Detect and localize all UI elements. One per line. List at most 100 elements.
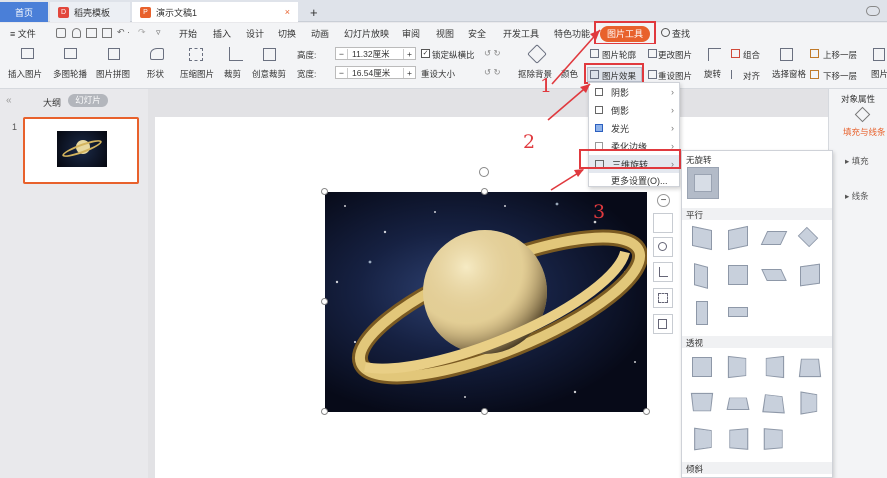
creative-crop-button[interactable]: 创意裁剪 [252, 68, 286, 80]
print-icon[interactable] [86, 28, 97, 38]
parallel-option[interactable] [761, 269, 787, 281]
copy-float-icon[interactable] [653, 314, 673, 334]
remove-bg-icon[interactable] [527, 44, 547, 64]
parallel-option[interactable] [800, 263, 820, 287]
parallel-option[interactable] [692, 225, 712, 251]
perspective-option[interactable] [729, 428, 749, 450]
change-picture-button[interactable]: 更改图片 [658, 49, 692, 61]
menu-developer[interactable]: 开发工具 [503, 27, 539, 40]
resize-handle-bl[interactable] [321, 408, 328, 415]
close-tab-icon[interactable]: × [285, 7, 290, 17]
perspective-option[interactable] [763, 428, 783, 450]
flip-icon[interactable]: ↺ ↻ [484, 67, 501, 78]
perspective-option[interactable] [762, 394, 785, 414]
menu-start[interactable]: 开始 [179, 27, 197, 40]
parallel-option[interactable] [728, 225, 748, 251]
parallel-option[interactable] [696, 301, 708, 325]
menu-insert[interactable]: 插入 [213, 27, 231, 40]
width-field[interactable]: −16.54厘米 + [335, 66, 416, 79]
menu-reflection[interactable]: 倒影 › [589, 101, 679, 119]
crop-button[interactable]: 裁剪 [224, 68, 241, 80]
layer-icon[interactable] [653, 213, 673, 233]
fill-line-icon[interactable] [854, 106, 871, 123]
line-section[interactable]: ▸ 线条 [845, 190, 869, 202]
color-button[interactable]: 颜色 [561, 68, 578, 80]
print-preview-icon[interactable] [102, 28, 112, 38]
rotate-handle[interactable] [479, 167, 489, 177]
fill-section[interactable]: ▸ 填充 [845, 155, 869, 167]
multi-outline-button[interactable]: 多图轮播 [53, 68, 87, 80]
picture-more-button[interactable]: 图片 [871, 68, 887, 80]
perspective-option[interactable] [726, 397, 750, 411]
selection-pane-icon[interactable] [780, 48, 793, 61]
shape-button[interactable]: 形状 [147, 68, 164, 80]
perspective-option[interactable] [690, 392, 714, 412]
rotate-left-icon[interactable]: ↺ ↻ [484, 48, 501, 59]
insert-picture-icon[interactable] [21, 48, 34, 59]
new-tab-button[interactable]: + [302, 2, 326, 22]
perspective-option[interactable] [692, 357, 712, 377]
resize-handle-tl[interactable] [321, 188, 328, 195]
perspective-option[interactable] [800, 391, 818, 415]
combine-button[interactable]: 组合 [743, 49, 760, 61]
menu-slideshow[interactable]: 幻灯片放映 [344, 27, 389, 40]
picture-outline-button[interactable]: 图片轮廓 [602, 49, 636, 61]
collapse-toolbar-icon[interactable]: − [657, 194, 670, 207]
no-rotation-option[interactable] [687, 167, 719, 199]
parallel-option[interactable] [797, 226, 819, 248]
resize-handle-b[interactable] [481, 408, 488, 415]
menu-review[interactable]: 审阅 [402, 27, 420, 40]
menu-animation[interactable]: 动画 [311, 27, 329, 40]
picture-collage-button[interactable]: 图片拼图 [96, 68, 130, 80]
picture-more-icon[interactable] [873, 48, 885, 61]
compress-icon[interactable] [189, 48, 203, 61]
cloud-icon[interactable] [866, 6, 880, 16]
resize-handle-br[interactable] [643, 408, 650, 415]
menu-view[interactable]: 视图 [436, 27, 454, 40]
redo-icon[interactable]: ↷ [138, 27, 146, 38]
fill-line-tab[interactable]: 填充与线条 [843, 126, 886, 138]
menu-features[interactable]: 特色功能 [554, 27, 590, 40]
search-label[interactable]: 查找 [672, 27, 690, 40]
slide-thumbnail[interactable] [23, 117, 139, 184]
perspective-option[interactable] [727, 355, 747, 379]
menu-glow[interactable]: 发光 › [589, 119, 679, 137]
resize-handle-t[interactable] [481, 188, 488, 195]
creative-crop-icon[interactable] [263, 48, 276, 61]
compress-button[interactable]: 压缩图片 [180, 68, 214, 80]
reset-size-button[interactable]: 重设大小 [421, 68, 455, 80]
lock-ratio-checkbox[interactable]: ✓ [421, 49, 430, 58]
tab-document[interactable]: P 演示文稿1 × [132, 2, 298, 22]
menu-design[interactable]: 设计 [246, 27, 264, 40]
outline-tab[interactable]: 大纲 [43, 96, 61, 109]
menu-transition[interactable]: 切换 [278, 27, 296, 40]
insert-picture-button[interactable]: 插入图片 [8, 68, 42, 80]
save-icon[interactable] [56, 28, 66, 38]
multi-outline-icon[interactable] [64, 48, 77, 59]
tab-home[interactable]: 首页 [0, 2, 48, 22]
shape-icon[interactable] [150, 48, 164, 60]
menu-shadow[interactable]: 阴影 › [589, 83, 679, 101]
collapse-pane-icon[interactable]: « [6, 95, 12, 106]
crop-float-icon[interactable] [653, 262, 673, 282]
picture-collage-icon[interactable] [108, 48, 120, 60]
selection-pane-button[interactable]: 选择窗格 [772, 68, 806, 80]
remove-bg-float-icon[interactable] [653, 288, 673, 308]
slides-tab[interactable]: 幻灯片 [68, 94, 108, 107]
customize-icon[interactable]: ▿ [156, 27, 161, 38]
menu-more-settings[interactable]: 更多设置(O)... [589, 171, 679, 189]
zoom-icon[interactable] [653, 237, 673, 257]
rotate-icon[interactable] [708, 48, 721, 61]
reset-picture-button[interactable]: 重设图片 [658, 70, 692, 82]
search-icon[interactable] [661, 28, 670, 37]
perspective-option[interactable] [798, 358, 822, 378]
menu-security[interactable]: 安全 [468, 27, 486, 40]
parallel-option[interactable] [694, 263, 708, 289]
tab-template[interactable]: D 稻壳模板 [50, 2, 130, 22]
parallel-option[interactable] [728, 265, 748, 285]
parallel-option[interactable] [760, 231, 788, 245]
resize-handle-l[interactable] [321, 298, 328, 305]
parallel-option[interactable] [728, 307, 748, 317]
rotate-button[interactable]: 旋转 [704, 68, 721, 80]
file-menu[interactable]: ≡ 文件 [10, 27, 36, 40]
